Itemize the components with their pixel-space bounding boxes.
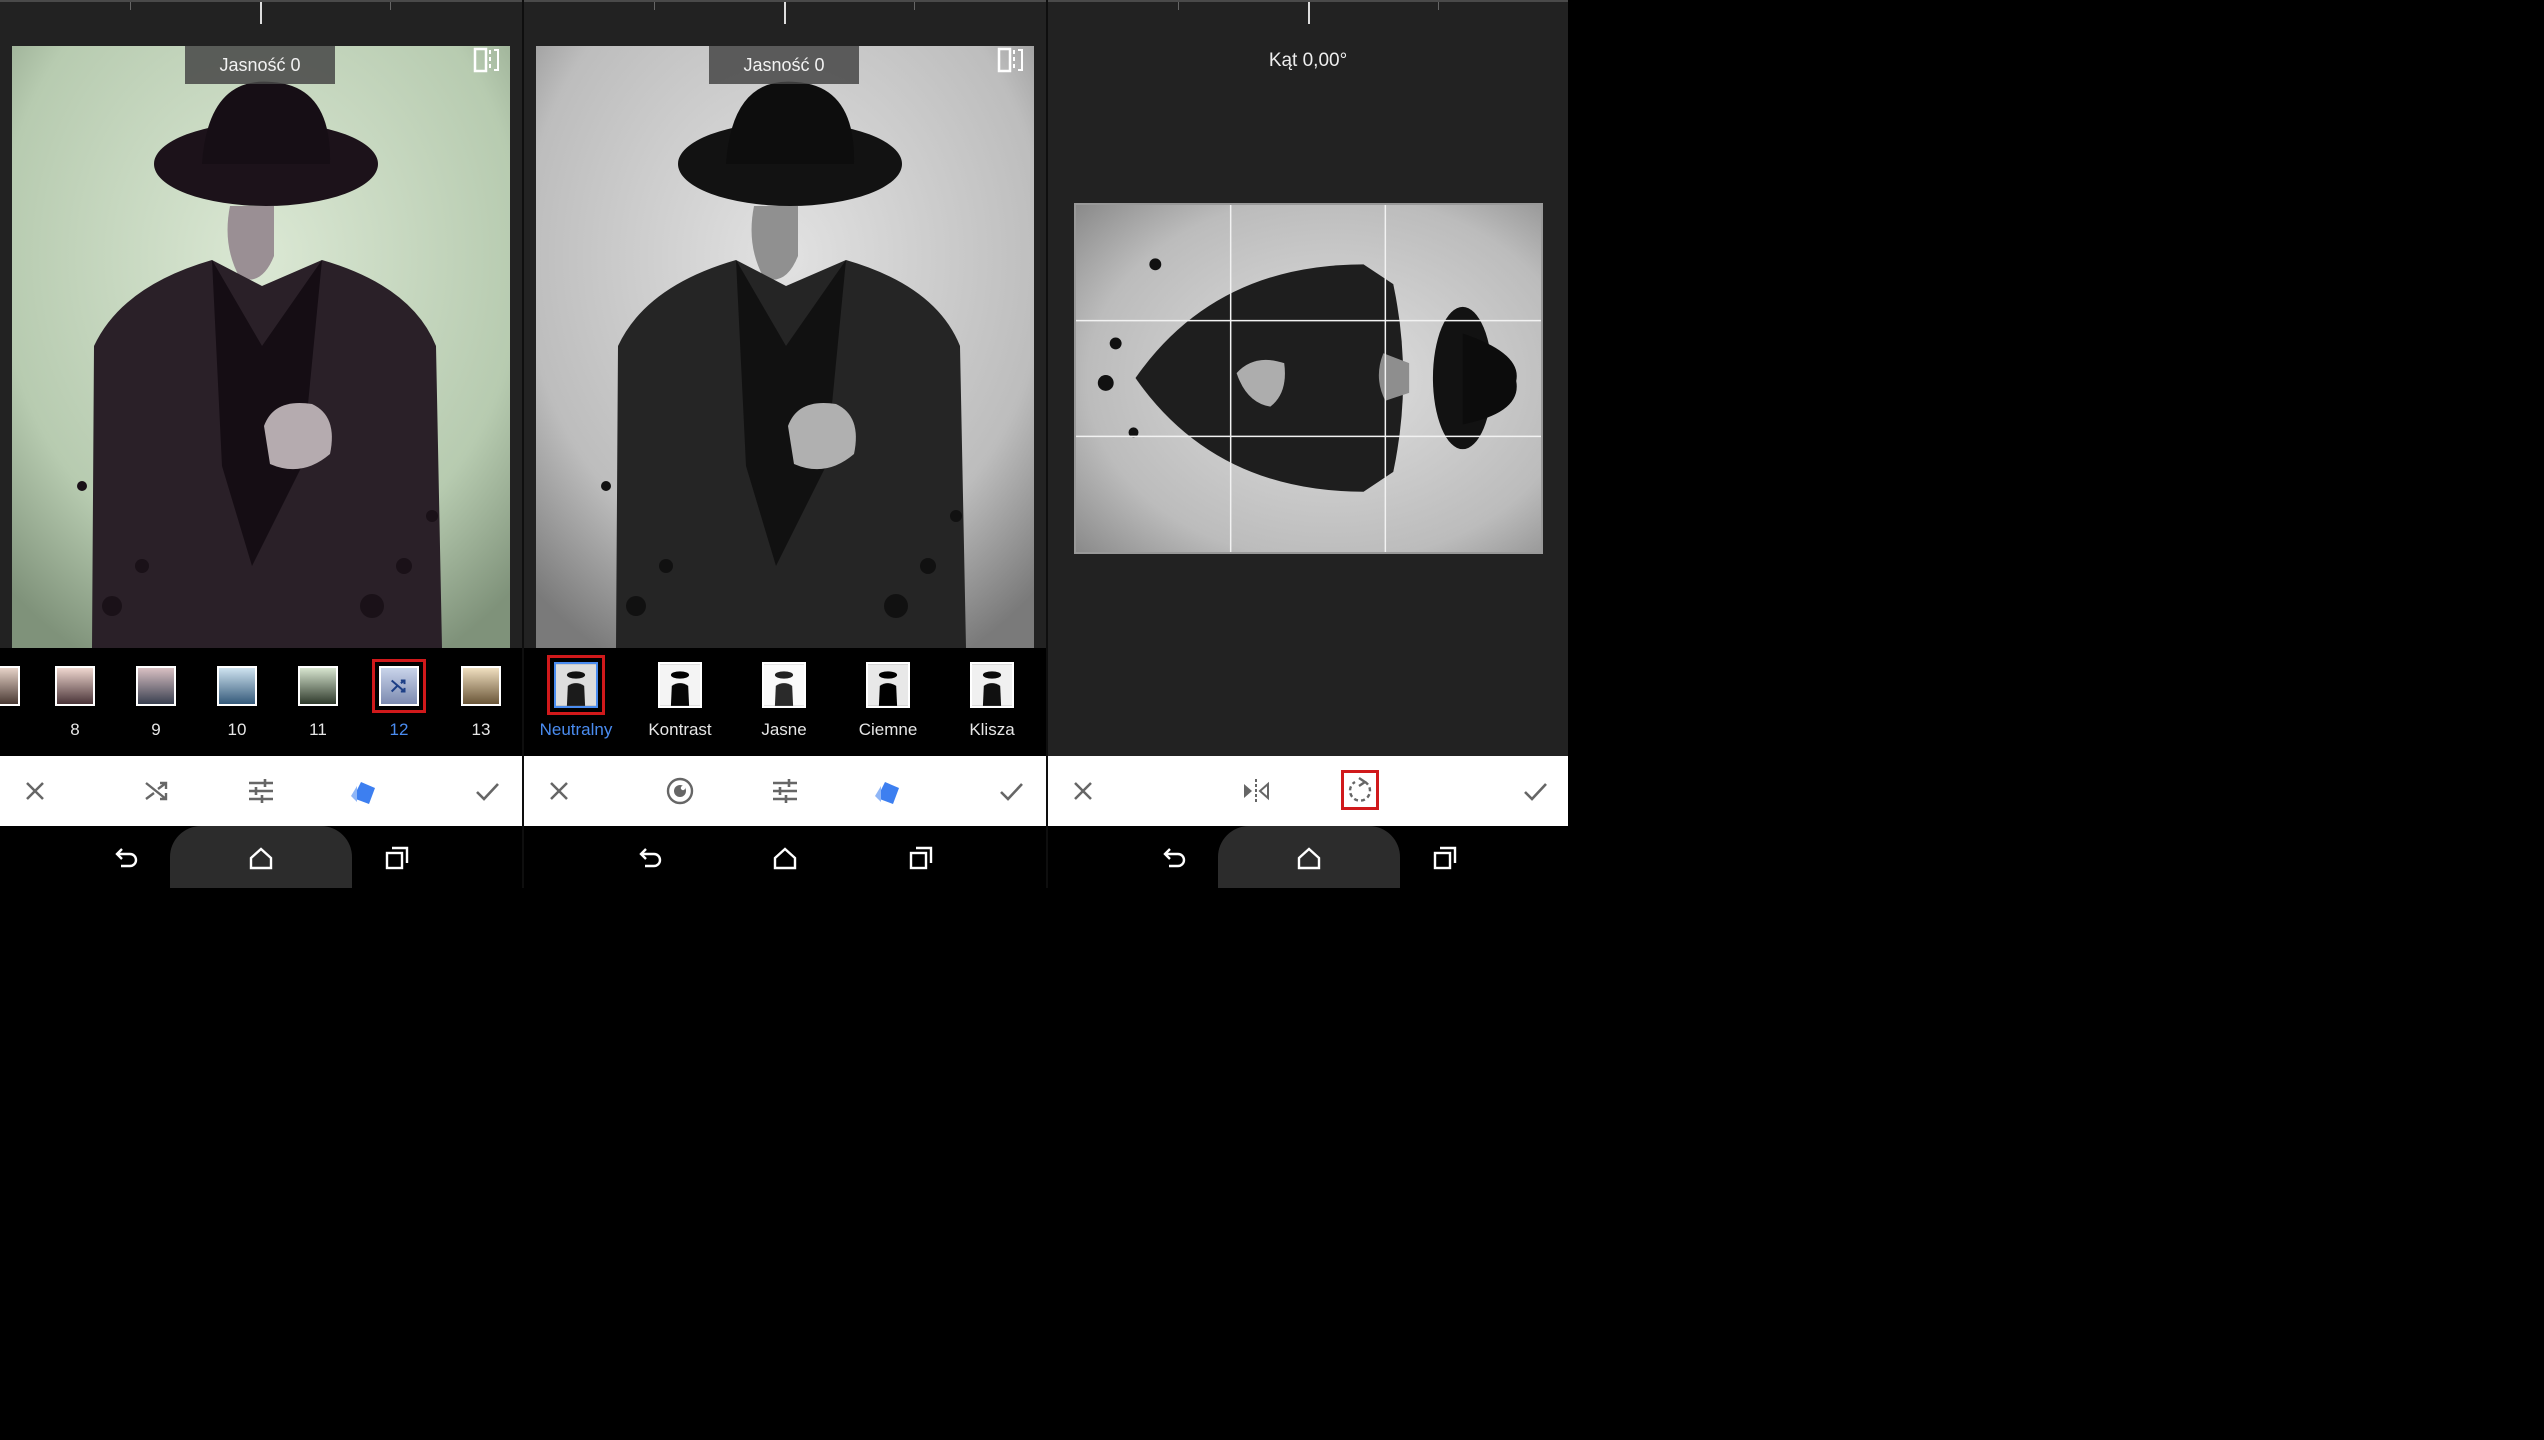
sliders-icon[interactable]	[770, 776, 800, 806]
filter-strip[interactable]: 8 9 10 11 12 13	[0, 648, 522, 756]
editor-panel-black-white: Jasność 0 Neutralny Kontrast Jasne Ciemn…	[524, 0, 1046, 888]
brightness-label: Jasność 0	[219, 54, 301, 75]
home-icon[interactable]	[771, 844, 799, 872]
filter-thumb-13[interactable]	[461, 666, 501, 706]
back-icon[interactable]	[112, 844, 140, 872]
style-thumb-kontrast[interactable]	[658, 662, 702, 708]
flip-icon[interactable]	[1241, 776, 1271, 806]
style-label: Ciemne	[858, 720, 918, 739]
rotation-ruler[interactable]	[1048, 0, 1568, 24]
shuffle-icon	[381, 668, 417, 704]
crop-canvas[interactable]	[1074, 203, 1543, 554]
system-nav-bar	[0, 826, 522, 888]
style-label: Neutralny	[539, 720, 613, 739]
filter-label: 12	[389, 720, 409, 739]
rotate-highlight	[1341, 770, 1379, 810]
check-icon[interactable]	[996, 776, 1026, 806]
filter-thumb-9[interactable]	[136, 666, 176, 706]
brightness-label: Jasność 0	[743, 54, 825, 75]
home-icon[interactable]	[1295, 844, 1323, 872]
filter-label: 8	[70, 720, 80, 739]
filter-label: 9	[151, 720, 161, 739]
style-thumb-klisza[interactable]	[970, 662, 1014, 708]
filter-label: 11	[309, 720, 327, 739]
brightness-indicator: Jasność 0	[185, 46, 335, 84]
photo-canvas[interactable]	[536, 46, 1034, 648]
style-thumb-jasne[interactable]	[762, 662, 806, 708]
style-label: Klisza	[969, 720, 1015, 739]
editor-panel-rotate: Kąt 0,00°	[1048, 0, 1568, 888]
check-icon[interactable]	[1520, 776, 1550, 806]
brightness-indicator: Jasność 0	[709, 46, 859, 84]
close-icon[interactable]	[20, 776, 50, 806]
filter-thumb-10[interactable]	[217, 666, 257, 706]
check-icon[interactable]	[472, 776, 502, 806]
rotation-ruler[interactable]	[524, 0, 1046, 24]
bottom-toolbar	[524, 756, 1046, 826]
rotation-ruler[interactable]	[0, 0, 522, 24]
filter-thumb[interactable]	[0, 666, 20, 706]
editor-panel-looks: Jasność 0 8 9 10 11 12 13	[0, 0, 522, 888]
bottom-toolbar	[1048, 756, 1568, 826]
filter-label: 13	[471, 720, 491, 739]
filter-thumb-8[interactable]	[55, 666, 95, 706]
styles-icon[interactable]	[349, 776, 379, 806]
styles-icon[interactable]	[873, 776, 903, 806]
brush-icon[interactable]	[665, 776, 695, 806]
compare-icon[interactable]	[997, 47, 1025, 73]
recents-icon[interactable]	[1431, 844, 1459, 872]
shuffle-icon[interactable]	[141, 776, 171, 806]
filter-label: 10	[227, 720, 247, 739]
style-thumb-neutralny[interactable]	[547, 655, 605, 715]
recents-icon[interactable]	[383, 844, 411, 872]
style-label: Kontrast	[648, 720, 712, 739]
filter-thumb-12[interactable]	[372, 659, 426, 713]
system-nav-bar	[1048, 826, 1568, 888]
photo-canvas[interactable]	[12, 46, 510, 648]
close-icon[interactable]	[544, 776, 574, 806]
filter-thumb-11[interactable]	[298, 666, 338, 706]
home-icon[interactable]	[247, 844, 275, 872]
system-nav-bar	[524, 826, 1046, 888]
style-label: Jasne	[761, 720, 807, 739]
back-icon[interactable]	[1160, 844, 1188, 872]
sliders-icon[interactable]	[246, 776, 276, 806]
style-thumb-ciemne[interactable]	[866, 662, 910, 708]
bottom-toolbar	[0, 756, 522, 826]
close-icon[interactable]	[1068, 776, 1098, 806]
style-strip[interactable]: Neutralny Kontrast Jasne Ciemne Klisza	[524, 648, 1046, 756]
recents-icon[interactable]	[907, 844, 935, 872]
back-icon[interactable]	[636, 844, 664, 872]
compare-icon[interactable]	[473, 47, 501, 73]
angle-label: Kąt 0,00°	[1268, 50, 1348, 71]
